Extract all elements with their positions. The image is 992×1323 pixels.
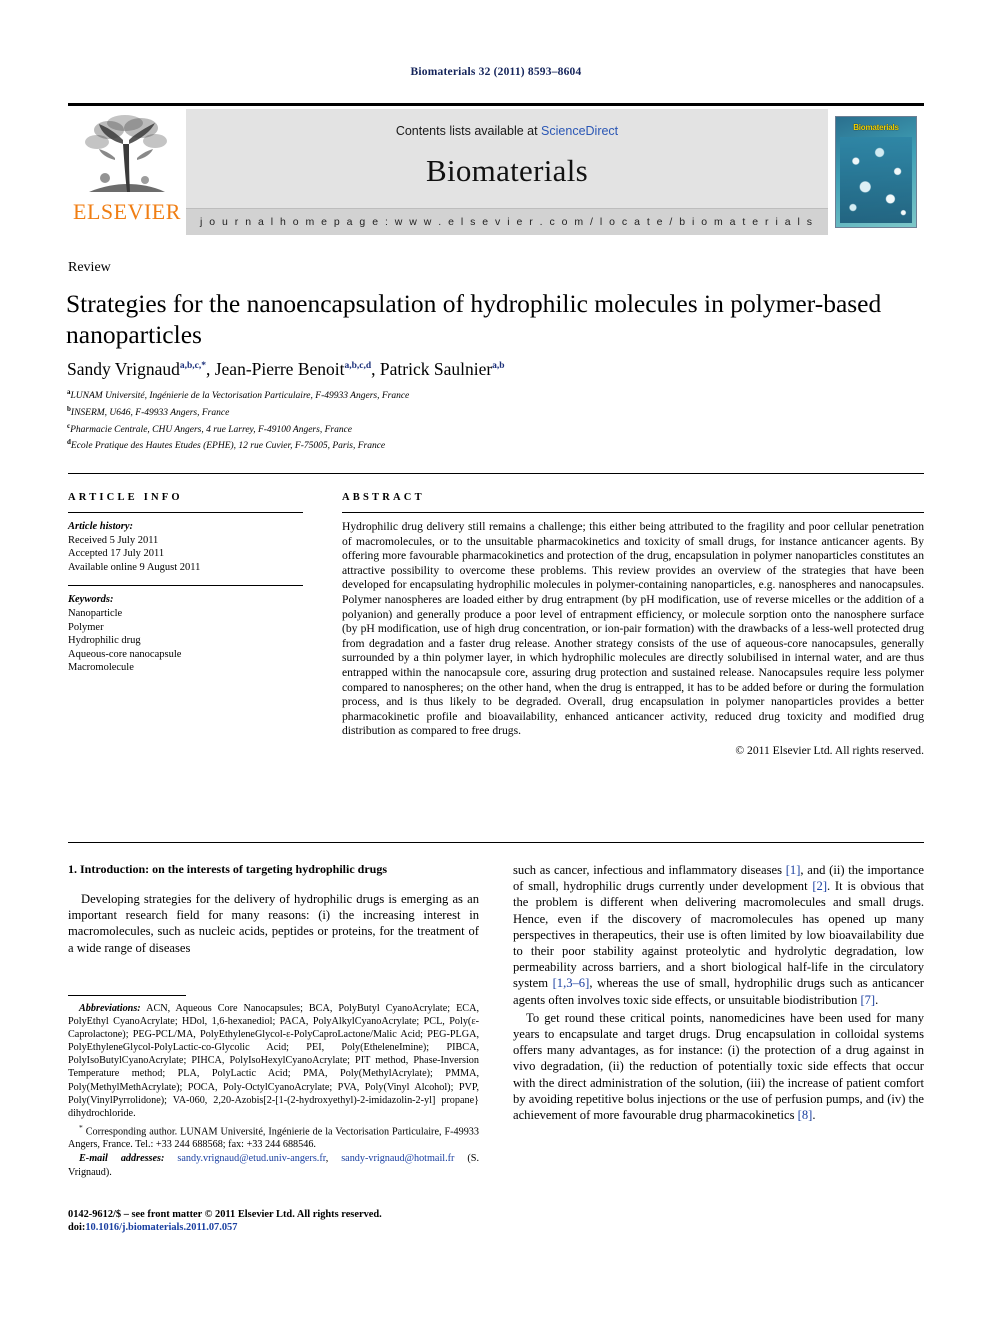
doi-label: doi: <box>68 1222 86 1234</box>
email-link-primary[interactable]: sandy.vrignaud@etud.univ-angers.fr <box>177 1153 325 1164</box>
sciencedirect-link[interactable]: ScienceDirect <box>541 124 618 138</box>
keyword-item: Polymer <box>68 621 104 633</box>
cover-title-text: Biomaterials <box>853 123 899 132</box>
affiliation-list: aLUNAM Université, Ingénierie de la Vect… <box>67 386 767 453</box>
author-name: Jean-Pierre Benoit <box>214 358 345 379</box>
contents-available-line: Contents lists available at ScienceDirec… <box>186 124 828 138</box>
masthead-center: Contents lists available at ScienceDirec… <box>186 109 828 235</box>
affiliation-item: cPharmacie Centrale, CHU Angers, 4 rue L… <box>67 420 767 437</box>
article-history-block: Article history: Received 5 July 2011 Ac… <box>68 520 303 574</box>
journal-title: Biomaterials <box>425 153 588 188</box>
history-received: Received 5 July 2011 <box>68 534 159 546</box>
body-paragraph: Developing strategies for the delivery o… <box>68 892 479 955</box>
journal-homepage-text: j o u r n a l h o m e p a g e : w w w . … <box>200 216 814 228</box>
body-paragraph: To get round these critical points, nano… <box>513 1010 924 1123</box>
abstract-divider <box>342 512 924 513</box>
keywords-block: Keywords: Nanoparticle Polymer Hydrophil… <box>68 593 303 675</box>
page-footer: 0142-9612/$ – see front matter © 2011 El… <box>68 1208 568 1235</box>
footnote-emails: E-mail addresses: sandy.vrignaud@etud.un… <box>68 1152 479 1178</box>
page-title: Strategies for the nanoencapsulation of … <box>66 289 882 349</box>
author-list: Sandy Vrignauda,b,c,*, Jean-Pierre Benoi… <box>67 358 505 379</box>
email-label: E-mail addresses: <box>79 1153 165 1165</box>
affiliation-text: Pharmacie Centrale, CHU Angers, 4 rue La… <box>70 424 353 435</box>
citation-ref[interactable]: [8] <box>798 1108 813 1122</box>
article-type: Review <box>68 260 111 275</box>
journal-masthead: ELSEVIER Contents lists available at Sci… <box>68 103 924 235</box>
journal-cover-thumbnail: Biomaterials <box>835 116 917 228</box>
citation-ref[interactable]: [1] <box>786 863 801 877</box>
abstract-heading: ABSTRACT <box>342 492 425 503</box>
abbreviations-text: ACN, Aqueous Core Nanocapsules; BCA, Pol… <box>68 1003 479 1119</box>
body-paragraph: such as cancer, infectious and inflammat… <box>513 862 924 1008</box>
section-heading-introduction: 1. Introduction: on the interests of tar… <box>68 862 388 876</box>
keyword-item: Macromolecule <box>68 662 134 674</box>
body-right-column: such as cancer, infectious and inflammat… <box>513 862 924 1125</box>
author-affiliation-mark: a,b,c,d <box>344 361 372 371</box>
elsevier-logo: ELSEVIER <box>68 109 186 235</box>
affiliation-text: LUNAM Université, Ingénierie de la Vecto… <box>70 391 410 402</box>
keywords-divider <box>68 585 303 587</box>
article-history-label: Article history: <box>68 521 134 532</box>
body-text: . <box>875 992 879 1007</box>
citation-ref[interactable]: [2] <box>812 879 827 893</box>
contents-prefix: Contents lists available at <box>395 124 542 138</box>
author-affiliation-mark: a,b,c,* <box>179 361 206 371</box>
footnote-rule <box>68 995 186 996</box>
keywords-label: Keywords: <box>68 594 114 606</box>
author-name: Sandy Vrignaud <box>67 358 180 379</box>
doi-link[interactable]: 10.1016/j.biomaterials.2011.07.057 <box>85 1222 237 1233</box>
affiliation-item: dEcole Pratique des Hautes Etudes (EPHE)… <box>67 436 767 453</box>
paper-page: Biomaterials 32 (2011) 8593–8604 ELSEVIE… <box>0 0 992 1323</box>
keyword-item: Nanoparticle <box>68 607 123 619</box>
issn-front-matter: 0142-9612/$ – see front matter © 2011 El… <box>68 1209 382 1220</box>
keyword-item: Hydrophilic drug <box>68 635 141 647</box>
body-text: To get round these critical points, nano… <box>513 1010 924 1123</box>
email-separator: , <box>325 1153 342 1165</box>
info-rule-top <box>68 473 924 474</box>
footnote-corresponding-author: * Corresponding author. LUNAM Université… <box>68 1121 479 1152</box>
doi-line: doi:10.1016/j.biomaterials.2011.07.057 <box>68 1221 568 1234</box>
article-info-column: ARTICLE INFO Article history: Received 5… <box>68 492 303 675</box>
body-text: such as cancer, infectious and inflammat… <box>513 863 786 877</box>
article-info-divider <box>68 512 303 513</box>
info-rule-bottom <box>68 842 924 843</box>
history-accepted: Accepted 17 July 2011 <box>68 548 165 560</box>
abstract-text: Hydrophilic drug delivery still remains … <box>342 520 924 738</box>
author-affiliation-mark: a,b <box>492 361 505 371</box>
affiliation-item: bINSERM, U646, F-49933 Angers, France <box>67 403 767 420</box>
journal-cover-block: Biomaterials <box>828 109 924 235</box>
body-text: . <box>812 1108 816 1123</box>
body-text: . It is obvious that the problem is diff… <box>513 879 925 991</box>
footnote-abbreviations: Abbreviations: ACN, Aqueous Core Nanocap… <box>68 1002 479 1120</box>
cover-artwork <box>840 137 912 223</box>
keyword-item: Aqueous-core nanocapsule <box>68 648 182 660</box>
citation-ref[interactable]: [7] <box>860 993 875 1007</box>
elsevier-wordmark: ELSEVIER <box>73 199 181 224</box>
history-online: Available online 9 August 2011 <box>68 561 201 573</box>
article-info-heading: ARTICLE INFO <box>68 492 183 503</box>
footnote-block: Abbreviations: ACN, Aqueous Core Nanocap… <box>68 995 479 1180</box>
journal-homepage-bar[interactable]: j o u r n a l h o m e p a g e : w w w . … <box>186 208 828 235</box>
affiliation-text: Ecole Pratique des Hautes Etudes (EPHE),… <box>70 441 386 452</box>
running-head: Biomaterials 32 (2011) 8593–8604 <box>410 66 582 78</box>
abstract-copyright: © 2011 Elsevier Ltd. All rights reserved… <box>735 743 924 757</box>
affiliation-text: INSERM, U646, F-49933 Angers, France <box>70 407 230 418</box>
body-left-column: 1. Introduction: on the interests of tar… <box>68 862 479 958</box>
author-name: Patrick Saulnier <box>379 358 493 379</box>
citation-ref[interactable]: [1,3–6] <box>553 976 590 990</box>
abbreviations-label: Abbreviations: <box>79 1003 141 1014</box>
corresponding-author-text: Corresponding author. LUNAM Université, … <box>68 1126 479 1151</box>
email-link-secondary[interactable]: sandy-vrignaud@hotmail.fr <box>341 1153 454 1164</box>
abstract-column: ABSTRACT Hydrophilic drug delivery still… <box>342 492 924 759</box>
affiliation-item: aLUNAM Université, Ingénierie de la Vect… <box>67 386 767 403</box>
elsevier-tree-icon <box>85 115 167 192</box>
